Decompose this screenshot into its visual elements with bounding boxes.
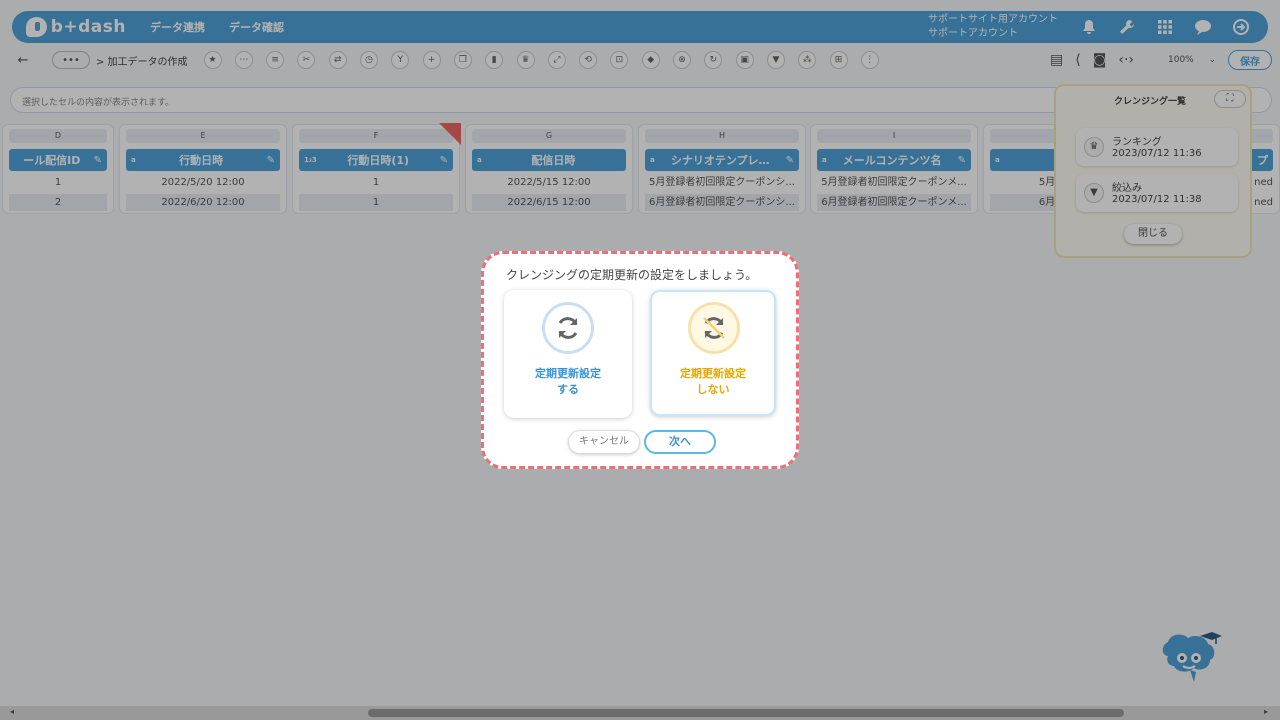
next-button[interactable]: 次へ (644, 430, 716, 454)
dialog-title: クレンジングの定期更新の設定をしましょう。 (506, 268, 758, 282)
option-enable-periodic-update[interactable]: 定期更新設定 する (504, 290, 632, 418)
option-disable-periodic-update[interactable]: 定期更新設定 しない (650, 290, 776, 416)
cancel-button[interactable]: キャンセル (568, 430, 640, 454)
refresh-off-icon (688, 302, 740, 354)
periodic-update-dialog: クレンジングの定期更新の設定をしましょう。 定期更新設定 する 定期更新設定 し… (481, 251, 799, 469)
refresh-icon (542, 302, 594, 354)
